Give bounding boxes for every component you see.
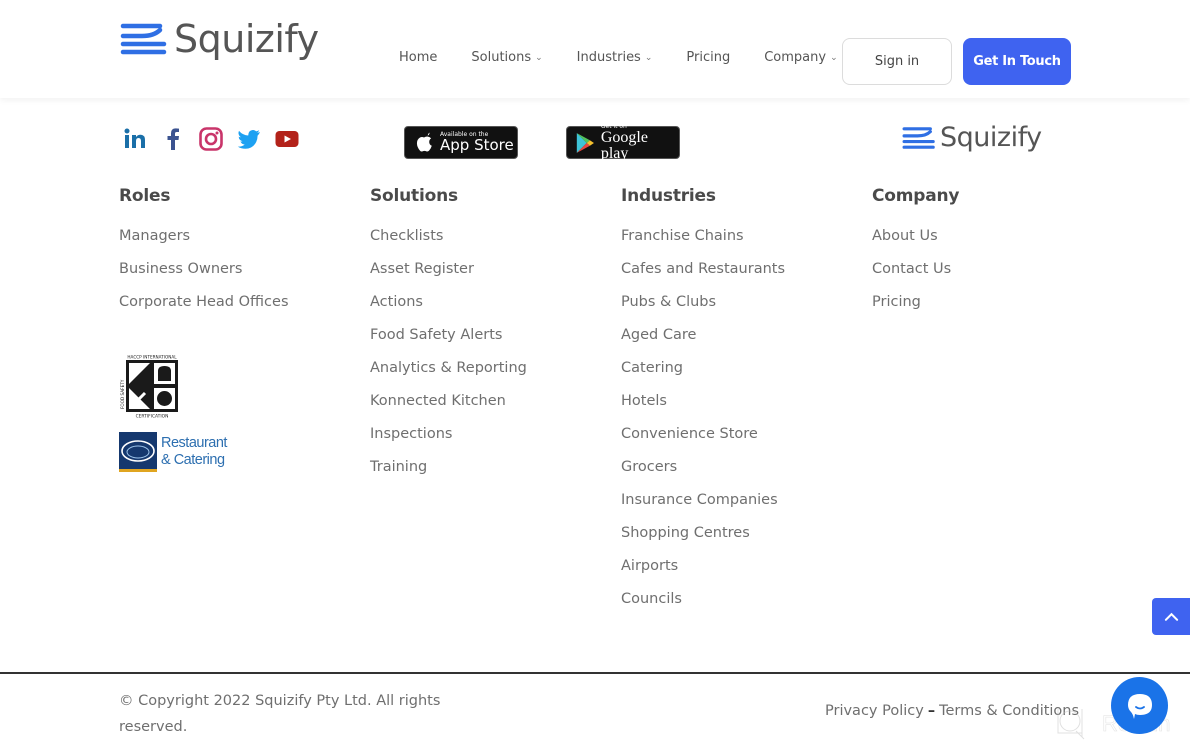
chevron-down-icon: ⌄ [830, 52, 838, 63]
footer-link[interactable]: Konnected Kitchen [370, 392, 527, 425]
column-title: Roles [119, 186, 171, 206]
footer-link[interactable]: Pubs & Clubs [621, 293, 785, 326]
footer-link[interactable]: Managers [119, 227, 289, 260]
footer-link[interactable]: Shopping Centres [621, 524, 785, 557]
column-title: Solutions [370, 186, 458, 206]
footer-brand-name: Squizify [940, 122, 1042, 153]
footer-column-industries: Industries Franchise Chains Cafes and Re… [621, 186, 785, 623]
brand-name: Squizify [174, 17, 319, 61]
haccp-certification-logo: HACCP INTERNATIONAL CERTIFICATION FOOD S… [119, 353, 185, 419]
nav-pricing[interactable]: Pricing [686, 50, 730, 65]
footer-link[interactable]: Asset Register [370, 260, 527, 293]
site-header: Squizify Home Solutions ⌄ Industries ⌄ Pri… [0, 0, 1190, 98]
instagram-icon[interactable] [198, 126, 224, 152]
nav-home-label: Home [399, 50, 438, 65]
footer-link[interactable]: Grocers [621, 458, 785, 491]
haccp-bottom-text: CERTIFICATION [136, 414, 169, 420]
restaurant-catering-emblem [119, 432, 157, 472]
privacy-policy-link[interactable]: Privacy Policy [825, 703, 924, 719]
nav-solutions-label: Solutions [471, 50, 532, 65]
footer-link[interactable]: Contact Us [872, 260, 959, 293]
restaurant-catering-line1: Restaurant [161, 435, 227, 451]
facebook-icon[interactable] [160, 126, 186, 152]
youtube-icon[interactable] [274, 126, 300, 152]
chat-widget-button[interactable] [1111, 677, 1168, 734]
footer-link[interactable]: Aged Care [621, 326, 785, 359]
google-play-icon [576, 132, 594, 153]
footer-link[interactable]: Pricing [872, 293, 959, 326]
squizify-logo-icon [120, 23, 167, 55]
footer-link[interactable]: Business Owners [119, 260, 289, 293]
nav-company[interactable]: Company ⌄ [764, 50, 837, 65]
linkedin-icon[interactable] [122, 126, 148, 152]
footer-column-solutions: Solutions Checklists Asset Register Acti… [370, 186, 527, 491]
chevron-up-icon [1164, 612, 1178, 621]
footer-link[interactable]: Training [370, 458, 527, 491]
footer-link[interactable]: About Us [872, 227, 959, 260]
footer-link[interactable]: Councils [621, 590, 785, 623]
chevron-down-icon: ⌄ [644, 52, 653, 63]
get-in-touch-button[interactable]: Get In Touch [963, 38, 1071, 85]
column-title: Company [872, 186, 960, 206]
footer-link[interactable]: Airports [621, 557, 785, 590]
footer-link[interactable]: Insurance Companies [621, 491, 785, 524]
footer-link[interactable]: Hotels [621, 392, 785, 425]
nav-company-label: Company [764, 50, 827, 65]
footer-divider [0, 672, 1190, 674]
footer-link[interactable]: Franchise Chains [621, 227, 785, 260]
footer-link[interactable]: Convenience Store [621, 425, 785, 458]
footer-link[interactable]: Corporate Head Offices [119, 293, 289, 326]
chevron-down-icon: ⌄ [535, 52, 543, 63]
sign-in-button[interactable]: Sign in [842, 38, 952, 85]
main-nav: Home Solutions ⌄ Industries ⌄ Pricing Comp… [399, 50, 872, 65]
footer-link[interactable]: Analytics & Reporting [370, 359, 527, 392]
chat-bubble-icon [1127, 693, 1152, 719]
column-title: Industries [621, 186, 716, 206]
twitter-icon[interactable] [236, 126, 262, 152]
apple-icon [416, 131, 432, 152]
app-store-big-text: App Store [440, 136, 514, 154]
app-store-badge[interactable]: Available on the App Store [404, 126, 518, 159]
nav-home[interactable]: Home [399, 50, 437, 65]
footer-brand-logo[interactable]: Squizify [902, 124, 1042, 151]
squizify-logo-icon [902, 126, 935, 149]
footer-column-company: Company About Us Contact Us Pricing [872, 186, 959, 326]
footer-link[interactable]: Inspections [370, 425, 527, 458]
nav-pricing-label: Pricing [686, 50, 731, 65]
nav-industries[interactable]: Industries ⌄ [577, 50, 653, 65]
haccp-side-text: FOOD SAFETY [120, 379, 125, 409]
footer-link[interactable]: Catering [621, 359, 785, 392]
haccp-top-text: HACCP INTERNATIONAL [127, 355, 177, 360]
revain-logo-icon [1057, 709, 1085, 740]
brand-logo[interactable]: Squizify [120, 20, 319, 58]
google-play-badge[interactable]: Get it on Google play [566, 123, 680, 162]
scroll-to-top-button[interactable] [1152, 598, 1190, 635]
footer-column-roles: Roles Managers Business Owners Corporate… [119, 186, 289, 326]
footer-link[interactable]: Food Safety Alerts [370, 326, 527, 359]
restaurant-catering-logo: Restaurant & Catering [119, 432, 227, 472]
google-play-big-text: Google play [600, 128, 648, 162]
restaurant-catering-line2: & Catering [161, 452, 225, 468]
social-links [122, 126, 312, 152]
legal-separator: – [927, 703, 936, 719]
nav-industries-label: Industries [576, 50, 641, 65]
nav-solutions[interactable]: Solutions ⌄ [471, 50, 542, 65]
footer-link[interactable]: Checklists [370, 227, 527, 260]
copyright-text: © Copyright 2022 Squizify Pty Ltd. All r… [119, 693, 441, 735]
legal-links: Privacy Policy – Terms & Conditions [825, 703, 1079, 719]
footer-link[interactable]: Cafes and Restaurants [621, 260, 785, 293]
footer-link[interactable]: Actions [370, 293, 527, 326]
